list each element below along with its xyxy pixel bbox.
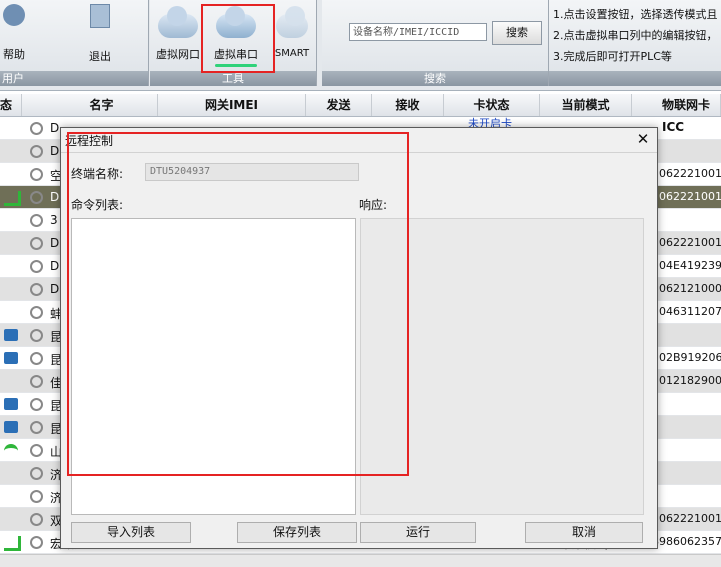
row-iccid: 5062221001 (652, 236, 721, 249)
col-recv[interactable]: 接收 (372, 94, 444, 116)
gear-icon[interactable] (30, 283, 43, 296)
device-icon (4, 329, 18, 341)
row-name: D (50, 190, 60, 204)
gear-icon[interactable] (30, 536, 43, 549)
exit-label: 退出 (89, 50, 111, 63)
gear-icon[interactable] (30, 122, 43, 135)
cloud-icon (158, 6, 198, 38)
table-header: 态 名字 网关IMEI 发送 接收 卡状态 当前模式 物联网卡ICC (0, 94, 721, 134)
gear-icon[interactable] (30, 398, 43, 411)
horizontal-scrollbar[interactable] (0, 554, 721, 567)
gear-icon[interactable] (30, 191, 43, 204)
gear-icon[interactable] (30, 421, 43, 434)
col-send[interactable]: 发送 (306, 94, 372, 116)
col-mode[interactable]: 当前模式 (540, 94, 632, 116)
gear-icon[interactable] (30, 260, 43, 273)
row-name: D (50, 236, 60, 250)
smart-button[interactable]: SMART (270, 6, 314, 59)
row-iccid: 5062221001 (652, 190, 721, 203)
device-icon (4, 352, 18, 364)
dialog-highlight (67, 132, 409, 476)
col-iccid[interactable]: 物联网卡ICC (632, 94, 721, 134)
search-group-label: 搜索 (322, 71, 548, 86)
smart-label: SMART (274, 48, 310, 59)
device-icon (4, 398, 18, 410)
exit-icon (90, 4, 110, 28)
row-name: 3 (50, 213, 58, 227)
tip-line-1: 1.点击设置按钮，选择透传模式且 (553, 8, 718, 21)
exit-button[interactable]: 退出 (80, 4, 120, 64)
signal-icon (4, 536, 21, 551)
help-icon (3, 4, 25, 26)
row-name: D (50, 282, 60, 296)
col-status[interactable]: 态 (0, 94, 22, 116)
col-card-status[interactable]: 卡状态 (444, 94, 540, 116)
row-name: D (50, 259, 60, 273)
virtual-net-label: 虚拟网口 (156, 48, 200, 61)
row-iccid: 50463112070 (652, 305, 721, 318)
search-input[interactable]: 设备名称/IMEI/ICCID (349, 23, 487, 41)
help-button[interactable]: 帮助 (0, 4, 28, 62)
gear-icon[interactable] (30, 467, 43, 480)
gear-icon[interactable] (30, 168, 43, 181)
smart-cloud-icon (276, 6, 308, 38)
gear-icon[interactable] (30, 329, 43, 342)
row-iccid: 504E4192391 (652, 259, 721, 272)
run-button[interactable]: 运行 (360, 522, 476, 543)
save-list-button[interactable]: 保存列表 (237, 522, 357, 543)
user-group: 帮助 退出 用户 (0, 0, 149, 86)
row-iccid: 5062221001 (652, 512, 721, 525)
gear-icon[interactable] (30, 306, 43, 319)
wifi-icon (4, 444, 18, 460)
gear-icon[interactable] (30, 513, 43, 526)
gear-icon[interactable] (30, 145, 43, 158)
signal-icon (4, 191, 21, 206)
virtual-net-button[interactable]: 虚拟网口 (154, 6, 202, 62)
tip-line-3: 3.完成后即可打开PLC等 (553, 50, 672, 63)
row-iccid: 5062221001 (652, 167, 721, 180)
user-group-label: 用户 (0, 71, 148, 86)
device-icon (4, 421, 18, 433)
import-list-button[interactable]: 导入列表 (71, 522, 191, 543)
col-name[interactable]: 名字 (46, 94, 158, 116)
row-iccid: 89860623570055 (652, 535, 721, 548)
gear-icon[interactable] (30, 214, 43, 227)
tools-group-label: 工具 (150, 71, 316, 86)
gear-icon[interactable] (30, 375, 43, 388)
cancel-button[interactable]: 取消 (525, 522, 643, 543)
gear-icon[interactable] (30, 490, 43, 503)
virtual-serial-highlight (201, 4, 275, 73)
gear-icon[interactable] (30, 352, 43, 365)
row-name: D (50, 144, 60, 158)
row-iccid: 50621210002 (652, 282, 721, 295)
help-label: 帮助 (3, 48, 25, 61)
row-iccid: 502B919206 (652, 351, 721, 364)
search-button[interactable]: 搜索 (492, 21, 542, 45)
gear-icon[interactable] (30, 444, 43, 457)
close-icon[interactable]: ✕ (635, 130, 651, 148)
row-iccid: 5012182900 (652, 374, 721, 387)
tips-group-label (549, 71, 721, 86)
ribbon: 帮助 退出 用户 虚拟网口 虚拟串口 SMART 工具 搜索 设备名称/IMEI… (0, 0, 721, 91)
tip-line-2: 2.点击虚拟串口列中的编辑按钮， (553, 29, 718, 42)
row-name: D (50, 121, 60, 135)
col-imei[interactable]: 网关IMEI (158, 94, 306, 116)
gear-icon[interactable] (30, 237, 43, 250)
